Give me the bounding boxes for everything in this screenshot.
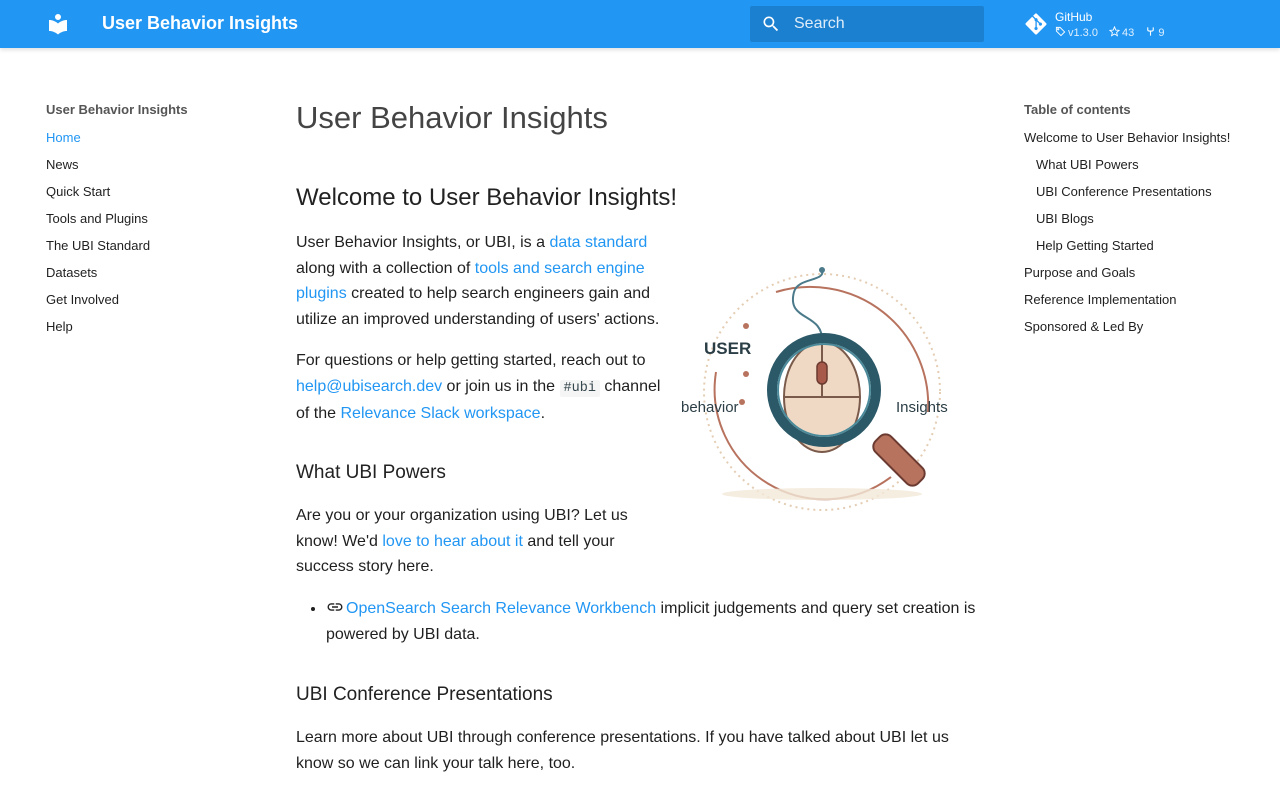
ubi-logo-illustration: USER behavior Insights — [681, 267, 948, 511]
questions-text-4: . — [540, 405, 546, 422]
what-ubi-powers-heading: What UBI Powers — [296, 462, 446, 483]
questions-paragraph: For questions or help getting started, r… — [296, 348, 666, 427]
intro-text-1: User Behavior Insights, or UBI, is a — [296, 234, 550, 251]
illustration-word-user: USER — [704, 339, 751, 358]
repo-forks-count: 9 — [1158, 27, 1165, 39]
illustration-word-insights: Insights — [896, 399, 948, 416]
nav-item-ubi-standard[interactable]: The UBI Standard — [46, 237, 246, 264]
toc-title: Table of contents — [1024, 102, 1131, 117]
questions-text-2: or join us in the — [442, 377, 560, 395]
toc-item-welcome[interactable]: Welcome to User Behavior Insights! — [1024, 129, 1244, 147]
relevance-slack-link[interactable]: Relevance Slack workspace — [340, 405, 540, 422]
table-of-contents: Table of contents Welcome to User Behavi… — [1024, 102, 1244, 345]
star-icon — [1108, 25, 1121, 37]
intro-text-2: along with a collection of — [296, 259, 475, 277]
repo-version-text: v1.3.0 — [1068, 27, 1098, 39]
repo-stars-count: 43 — [1122, 27, 1135, 39]
toc-item-what-ubi-powers[interactable]: What UBI Powers — [1024, 156, 1244, 174]
toc-item-help-getting-started[interactable]: Help Getting Started — [1024, 237, 1244, 255]
nav-item-datasets[interactable]: Datasets — [46, 264, 246, 291]
search-icon[interactable] — [761, 14, 781, 34]
tag-icon — [1055, 26, 1066, 37]
book-logo-icon[interactable] — [46, 12, 70, 36]
conference-paragraph: Learn more about UBI through conference … — [296, 729, 949, 772]
repo-name: GitHub — [1055, 10, 1093, 24]
top-header: User Behavior Insights GitHub v1.3.0 43 … — [0, 0, 1280, 48]
main-content: User Behavior Insights Welcome to User B… — [296, 96, 986, 772]
intro-text-3: created to help search engineers gain an… — [296, 285, 660, 328]
fork-icon — [1147, 27, 1155, 36]
nav-item-news[interactable]: News — [46, 156, 246, 183]
nav-list: Home News Quick Start Tools and Plugins … — [46, 129, 246, 345]
site-title[interactable]: User Behavior Insights — [102, 13, 298, 34]
primary-navigation: User Behavior Insights Home News Quick S… — [46, 102, 246, 345]
search-box[interactable] — [750, 6, 984, 42]
github-repo-link[interactable]: GitHub v1.3.0 43 9 — [1024, 8, 1244, 42]
list-item: OpenSearch Search Relevance Workbench im… — [326, 596, 986, 647]
illustration-word-behavior: behavior — [681, 399, 739, 416]
welcome-heading: Welcome to User Behavior Insights! — [296, 184, 678, 211]
repo-forks: 9 — [1145, 26, 1164, 39]
love-to-hear-link[interactable]: love to hear about it — [382, 533, 523, 550]
help-email-link[interactable]: help@ubisearch.dev — [296, 378, 442, 395]
data-standard-link[interactable]: data standard — [549, 234, 647, 251]
link-icon — [327, 603, 343, 611]
toc-item-sponsored-led-by[interactable]: Sponsored & Led By — [1024, 318, 1244, 336]
toc-list: Welcome to User Behavior Insights! What … — [1024, 129, 1244, 336]
nav-title: User Behavior Insights — [46, 102, 188, 117]
toc-item-purpose-and-goals[interactable]: Purpose and Goals — [1024, 264, 1244, 282]
toc-item-conference-presentations[interactable]: UBI Conference Presentations — [1024, 183, 1244, 201]
git-icon — [1025, 13, 1047, 35]
conference-presentations-heading: UBI Conference Presentations — [296, 684, 553, 705]
nav-item-quick-start[interactable]: Quick Start — [46, 183, 246, 210]
nav-item-tools-and-plugins[interactable]: Tools and Plugins — [46, 210, 246, 237]
repo-version: v1.3.0 — [1055, 26, 1098, 39]
intro-paragraph: User Behavior Insights, or UBI, is a dat… — [296, 230, 666, 332]
ubi-channel-code: #ubi — [559, 379, 600, 397]
nav-item-help[interactable]: Help — [46, 318, 246, 345]
repo-stars: 43 — [1108, 25, 1135, 39]
toc-item-reference-implementation[interactable]: Reference Implementation — [1024, 291, 1244, 309]
toc-item-ubi-blogs[interactable]: UBI Blogs — [1024, 210, 1244, 228]
powers-paragraph: Are you or your organization using UBI? … — [296, 503, 636, 580]
search-input[interactable] — [794, 6, 974, 42]
repo-facts: v1.3.0 43 9 — [1055, 25, 1172, 39]
nav-item-home[interactable]: Home — [46, 129, 246, 156]
nav-item-get-involved[interactable]: Get Involved — [46, 291, 246, 318]
powers-list: OpenSearch Search Relevance Workbench im… — [326, 596, 986, 647]
page-title: User Behavior Insights — [296, 100, 608, 135]
search-relevance-workbench-link[interactable]: OpenSearch Search Relevance Workbench — [346, 600, 656, 617]
questions-text-1: For questions or help getting started, r… — [296, 352, 646, 369]
